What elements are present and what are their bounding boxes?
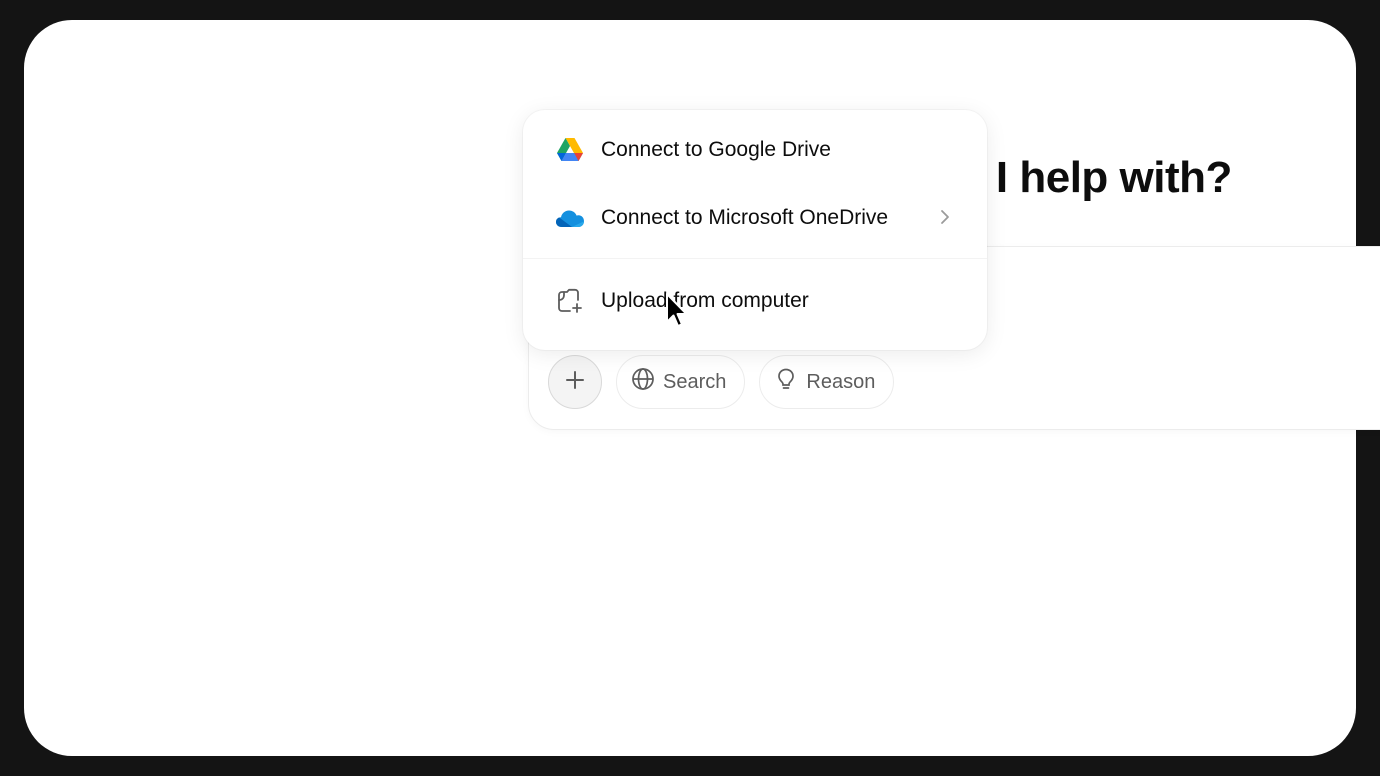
composer-toolbar: Search Reason (548, 354, 895, 410)
google-drive-icon (555, 135, 585, 165)
reason-button[interactable]: Reason (759, 355, 895, 409)
chevron-right-icon (939, 208, 951, 232)
search-button-label: Search (663, 370, 727, 393)
menu-item-upload-computer[interactable]: Upload from computer (523, 273, 987, 329)
search-button[interactable]: Search (616, 355, 746, 409)
menu-item-label: Connect to Microsoft OneDrive (601, 206, 889, 229)
attach-button[interactable] (548, 355, 602, 409)
reason-button-label: Reason (806, 370, 876, 393)
attach-menu: Connect to Google Drive Connect to Micro… (523, 110, 987, 350)
onedrive-icon (555, 203, 585, 233)
menu-item-google-drive[interactable]: Connect to Google Drive (523, 122, 987, 178)
plus-icon (564, 369, 586, 396)
menu-divider (523, 258, 987, 259)
lightbulb-icon (774, 367, 798, 397)
menu-item-label: Upload from computer (601, 289, 809, 312)
menu-item-onedrive[interactable]: Connect to Microsoft OneDrive (523, 190, 987, 246)
menu-item-label: Connect to Google Drive (601, 138, 831, 161)
mouse-cursor-icon (665, 292, 689, 330)
upload-file-icon (555, 286, 585, 316)
globe-icon (631, 367, 655, 397)
